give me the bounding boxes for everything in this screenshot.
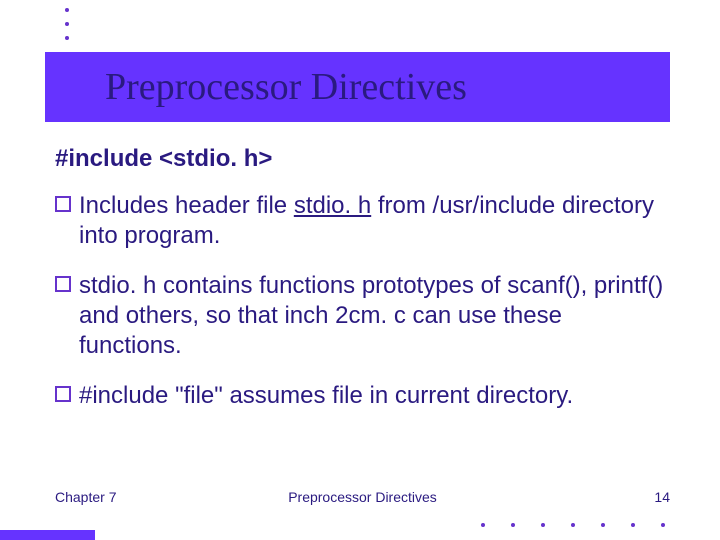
dot-icon [65, 8, 69, 12]
dot-icon [601, 523, 605, 527]
underlined-text: stdio. h [294, 192, 371, 219]
square-bullet-icon [55, 196, 71, 212]
square-bullet-icon [55, 276, 71, 292]
decorative-bottom-bar [0, 530, 95, 540]
bullet-text: stdio. h contains functions prototypes o… [79, 271, 670, 361]
bullet-text: #include "file" assumes file in current … [79, 381, 573, 411]
subheading: #include <stdio. h> [55, 145, 670, 173]
footer-right: 14 [654, 489, 670, 505]
bullet-text: Includes header file stdio. h from /usr/… [79, 191, 670, 251]
decorative-dots-top [65, 8, 69, 50]
dot-icon [481, 523, 485, 527]
slide-title: Preprocessor Directives [105, 65, 467, 109]
dot-icon [511, 523, 515, 527]
square-bullet-icon [55, 386, 71, 402]
text-segment: Includes header file [79, 192, 294, 219]
content-area: #include <stdio. h> Includes header file… [55, 145, 670, 431]
dot-icon [571, 523, 575, 527]
bullet-item: Includes header file stdio. h from /usr/… [55, 191, 670, 251]
slide: Preprocessor Directives #include <stdio.… [0, 0, 720, 540]
dot-icon [541, 523, 545, 527]
decorative-dots-bottom [481, 523, 665, 527]
slide-footer: Chapter 7 Preprocessor Directives 14 [55, 489, 670, 505]
dot-icon [65, 22, 69, 26]
bullet-item: stdio. h contains functions prototypes o… [55, 271, 670, 361]
bullet-item: #include "file" assumes file in current … [55, 381, 670, 411]
dot-icon [65, 36, 69, 40]
title-bar: Preprocessor Directives [45, 52, 670, 122]
footer-left: Chapter 7 [55, 489, 116, 505]
footer-center: Preprocessor Directives [288, 489, 437, 505]
dot-icon [631, 523, 635, 527]
dot-icon [661, 523, 665, 527]
